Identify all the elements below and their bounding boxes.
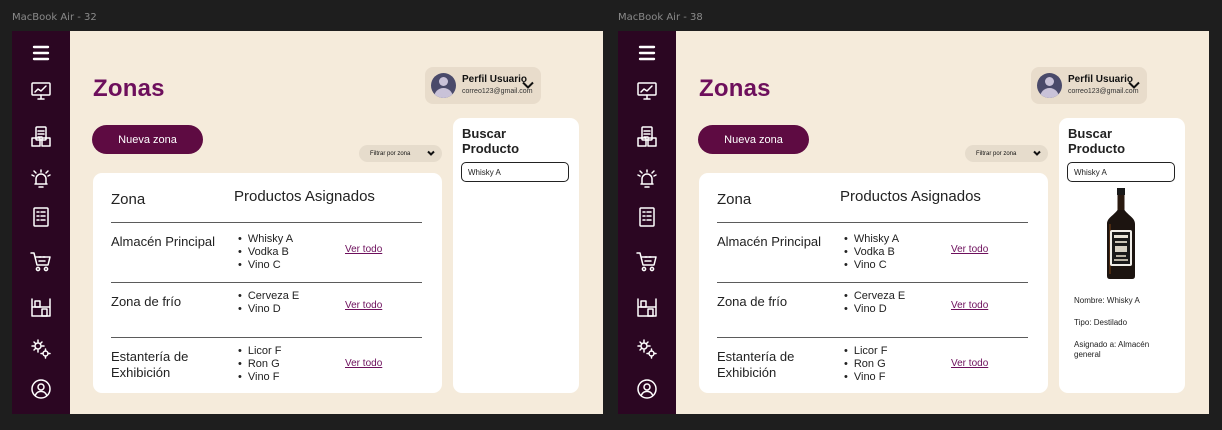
dashboard-icon[interactable] [29, 79, 53, 103]
list-item: Ron G [844, 358, 887, 371]
zones-table: Zona Productos Asignados Almacén Princip… [93, 173, 442, 393]
product-list: Licor F Ron G Vino F [844, 345, 888, 384]
filter-label: Filtrar por zona [370, 150, 411, 157]
zone-filter-dropdown[interactable]: Filtrar por zona [359, 145, 442, 162]
avatar [431, 73, 456, 98]
view-all-link[interactable]: Ver todo [951, 358, 988, 369]
divider [717, 337, 1028, 338]
inventory-icon[interactable] [29, 125, 53, 149]
zone-name: Estantería de Exhibición [111, 349, 189, 380]
new-zone-button[interactable]: Nueva zona [92, 125, 203, 154]
page-title: Zonas [93, 75, 165, 102]
list-item: Vodka B [844, 246, 899, 259]
warehouse-icon[interactable] [635, 295, 659, 319]
chevron-down-icon[interactable] [1127, 78, 1141, 92]
search-input[interactable] [1067, 162, 1175, 182]
search-title: Buscar Producto [1068, 126, 1126, 156]
product-list: Whisky A Vodka B Vino C [844, 233, 899, 272]
list-item: Vino C [844, 259, 899, 272]
profile-name: Perfil Usuario [1068, 74, 1134, 85]
alarm-icon[interactable] [29, 167, 53, 191]
sidebar [618, 31, 676, 414]
page-title: Zonas [699, 75, 771, 102]
list-item: Cerveza E [844, 290, 905, 303]
settings-icon[interactable] [635, 337, 659, 361]
new-zone-button[interactable]: Nueva zona [698, 125, 809, 154]
product-list: Licor F Ron G Vino F [238, 345, 282, 384]
menu-icon[interactable] [635, 41, 659, 65]
chevron-down-icon [426, 148, 436, 158]
list-item: Vino F [238, 371, 281, 384]
zone-name: Estantería de Exhibición [717, 349, 795, 380]
profile-menu[interactable]: Perfil Usuario correo123@gmail.com [1031, 67, 1147, 104]
list-item: Licor F [238, 345, 282, 358]
zones-table: Zona Productos Asignados Almacén Princip… [699, 173, 1048, 393]
list-item: Licor F [844, 345, 888, 358]
column-header-products: Productos Asignados [840, 188, 981, 205]
cart-icon[interactable] [635, 249, 659, 273]
column-header-zone: Zona [717, 191, 752, 208]
user-icon[interactable] [29, 377, 53, 401]
inventory-icon[interactable] [635, 125, 659, 149]
list-item: Whisky A [844, 233, 899, 246]
column-header-products: Productos Asignados [234, 188, 375, 205]
view-all-link[interactable]: Ver todo [951, 244, 988, 255]
profile-name: Perfil Usuario [462, 74, 528, 85]
frame-label: MacBook Air - 38 [618, 12, 703, 23]
list-item: Vodka B [238, 246, 293, 259]
app-frame: Zonas Perfil Usuario correo123@gmail.com… [618, 31, 1209, 414]
frame-label: MacBook Air - 32 [12, 12, 97, 23]
user-icon[interactable] [635, 377, 659, 401]
search-panel: Buscar Producto [453, 118, 579, 393]
zone-name: Zona de frío [717, 294, 788, 309]
zone-filter-dropdown[interactable]: Filtrar por zona [965, 145, 1048, 162]
divider [111, 282, 422, 283]
zone-name: Almacén Principal [717, 234, 822, 249]
list-item: Whisky A [238, 233, 293, 246]
divider [717, 222, 1028, 223]
list-item: Vino C [238, 259, 293, 272]
filter-label: Filtrar por zona [976, 150, 1017, 157]
warehouse-icon[interactable] [29, 295, 53, 319]
list-item: Vino D [238, 303, 299, 316]
report-icon[interactable] [29, 205, 53, 229]
search-input[interactable] [461, 162, 569, 182]
list-item: Vino D [844, 303, 905, 316]
product-list: Cerveza E Vino D [844, 290, 905, 316]
result-assigned: Asignado a: Almacén general [1074, 340, 1150, 359]
divider [111, 337, 422, 338]
product-list: Cerveza E Vino D [238, 290, 299, 316]
view-all-link[interactable]: Ver todo [345, 358, 382, 369]
whisky-bottle-icon [1107, 188, 1135, 279]
view-all-link[interactable]: Ver todo [345, 300, 382, 311]
list-item: Cerveza E [238, 290, 299, 303]
divider [111, 222, 422, 223]
avatar [1037, 73, 1062, 98]
app-frame: Zonas Perfil Usuario correo123@gmail.com… [12, 31, 603, 414]
dashboard-icon[interactable] [635, 79, 659, 103]
view-all-link[interactable]: Ver todo [345, 244, 382, 255]
search-panel: Buscar Producto Nombre: Whisky A Tipo: D… [1059, 118, 1185, 393]
chevron-down-icon [1032, 148, 1042, 158]
settings-icon[interactable] [29, 337, 53, 361]
column-header-zone: Zona [111, 191, 146, 208]
list-item: Vino F [844, 371, 887, 384]
chevron-down-icon[interactable] [521, 78, 535, 92]
view-all-link[interactable]: Ver todo [951, 300, 988, 311]
sidebar [12, 31, 70, 414]
search-title: Buscar Producto [462, 126, 520, 156]
zone-name: Zona de frío [111, 294, 182, 309]
report-icon[interactable] [635, 205, 659, 229]
result-name: Nombre: Whisky A [1074, 296, 1140, 305]
alarm-icon[interactable] [635, 167, 659, 191]
divider [717, 282, 1028, 283]
zone-name: Almacén Principal [111, 234, 216, 249]
menu-icon[interactable] [29, 41, 53, 65]
profile-menu[interactable]: Perfil Usuario correo123@gmail.com [425, 67, 541, 104]
result-type: Tipo: Destilado [1074, 318, 1128, 327]
list-item: Ron G [238, 358, 281, 371]
cart-icon[interactable] [29, 249, 53, 273]
product-list: Whisky A Vodka B Vino C [238, 233, 293, 272]
